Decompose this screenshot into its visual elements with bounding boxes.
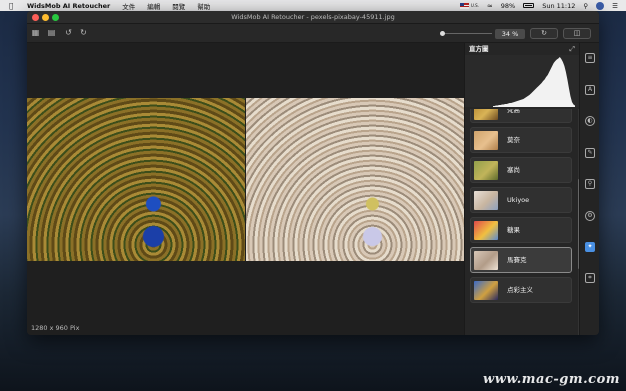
redo-icon[interactable]: ↻: [79, 28, 88, 37]
window-title: WidsMob AI Retoucher - pexels-pixabay-45…: [231, 13, 395, 21]
battery-icon[interactable]: [523, 3, 535, 8]
filter-thumbnail: [474, 281, 498, 300]
menu-list-icon[interactable]: ☰: [612, 2, 618, 10]
color-icon[interactable]: ◐: [585, 116, 595, 126]
rotate-icon: ↻: [541, 29, 547, 37]
filter-thumbnail: [474, 131, 498, 150]
search-icon[interactable]: ⚲: [583, 2, 588, 10]
expand-icon[interactable]: ⤢: [569, 45, 575, 54]
toolbar: ▦ ▤ ↺ ↻ 34 % ↻ ◫: [27, 24, 599, 43]
flag-icon[interactable]: [459, 2, 469, 9]
wifi-icon[interactable]: ≈: [487, 2, 493, 10]
filter-thumbnail: [474, 191, 498, 210]
filter-thumbnail: [474, 221, 498, 240]
menu-bar:  WidsMob AI Retoucher 文件 編輯 閱覽 幫助 U.S. …: [0, 0, 626, 11]
apple-icon[interactable]: : [9, 2, 19, 10]
filter-thumbnail: [474, 109, 498, 120]
filter-label: 塞尚: [507, 166, 520, 174]
adjust-icon[interactable]: ≡: [585, 53, 595, 63]
input-source-label[interactable]: U.S.: [471, 3, 479, 8]
crop-icon[interactable]: ⌗: [585, 273, 595, 283]
filter-item[interactable]: 糖果: [470, 217, 572, 243]
filter-label: 糖果: [507, 226, 520, 234]
undo-icon[interactable]: ↺: [64, 28, 73, 37]
save-icon[interactable]: ▤: [47, 28, 56, 37]
menu-edit[interactable]: 編輯: [147, 1, 160, 11]
right-panel: 直方圖 ⤢ 梵高莫奈塞尚 Ukiyoe 糖果馬賽克点彩主义: [464, 43, 580, 335]
image-dimensions: 1280 x 960 Pix: [31, 324, 80, 332]
processed-image: [246, 98, 464, 261]
filter-list: 梵高莫奈塞尚 Ukiyoe 糖果馬賽克点彩主义: [465, 109, 580, 335]
watermark: www.mac-gm.com: [483, 372, 620, 387]
menu-help[interactable]: 幫助: [197, 1, 210, 11]
filter-label: Ukiyoe: [507, 196, 530, 204]
brush-icon[interactable]: ✎: [585, 148, 595, 158]
filter-thumbnail: [474, 161, 498, 180]
filter-item[interactable]: 点彩主义: [470, 277, 572, 303]
clock[interactable]: Sun 11:12: [542, 2, 575, 10]
filter-label: 点彩主义: [507, 286, 533, 294]
avatar[interactable]: [596, 1, 605, 10]
filter-item[interactable]: 馬賽克: [470, 247, 572, 273]
app-menu[interactable]: WidsMob AI Retoucher: [27, 2, 110, 10]
filter-item[interactable]: 塞尚: [470, 157, 572, 183]
menu-view[interactable]: 閱覽: [172, 1, 185, 11]
zoom-slider-handle[interactable]: [440, 31, 445, 36]
grid-view-icon[interactable]: ▦: [31, 28, 40, 37]
tool-sidebar: ≡ A ◐ ✎ ⚲ ⚙ ✦ ⌗: [579, 43, 599, 335]
panel-title: 直方圖: [469, 45, 489, 53]
histogram-header: 直方圖: [465, 43, 579, 55]
filter-label: 梵高: [507, 109, 520, 114]
battery-percent[interactable]: 98%: [501, 2, 515, 10]
filter-label: 馬賽克: [507, 256, 527, 264]
split-view-icon: ◫: [573, 29, 581, 37]
title-bar: WidsMob AI Retoucher - pexels-pixabay-45…: [27, 11, 599, 24]
search-icon[interactable]: ⚲: [585, 179, 595, 189]
zoom-level[interactable]: 34 %: [495, 29, 525, 39]
effects-icon[interactable]: ✦: [585, 242, 595, 252]
filter-item[interactable]: Ukiyoe: [470, 187, 572, 213]
close-button[interactable]: [32, 14, 39, 21]
gear-icon[interactable]: ⚙: [585, 211, 595, 221]
image-canvas[interactable]: 1280 x 960 Pix: [27, 43, 464, 335]
compare-view-button[interactable]: ◫: [563, 28, 591, 39]
app-window: WidsMob AI Retoucher - pexels-pixabay-45…: [27, 11, 599, 335]
filter-label: 莫奈: [507, 136, 520, 144]
minimize-button[interactable]: [42, 14, 49, 21]
histogram-curve: [493, 57, 575, 107]
fullscreen-button[interactable]: [52, 14, 59, 21]
original-image: [27, 98, 245, 261]
menu-file[interactable]: 文件: [122, 1, 135, 11]
rotate-button[interactable]: ↻: [530, 28, 558, 39]
histogram: [465, 55, 580, 107]
filter-thumbnail: [474, 251, 498, 270]
filter-item[interactable]: 莫奈: [470, 127, 572, 153]
zoom-slider[interactable]: [442, 33, 492, 34]
ai-icon[interactable]: A: [585, 85, 595, 95]
filter-item[interactable]: 梵高: [470, 109, 572, 123]
